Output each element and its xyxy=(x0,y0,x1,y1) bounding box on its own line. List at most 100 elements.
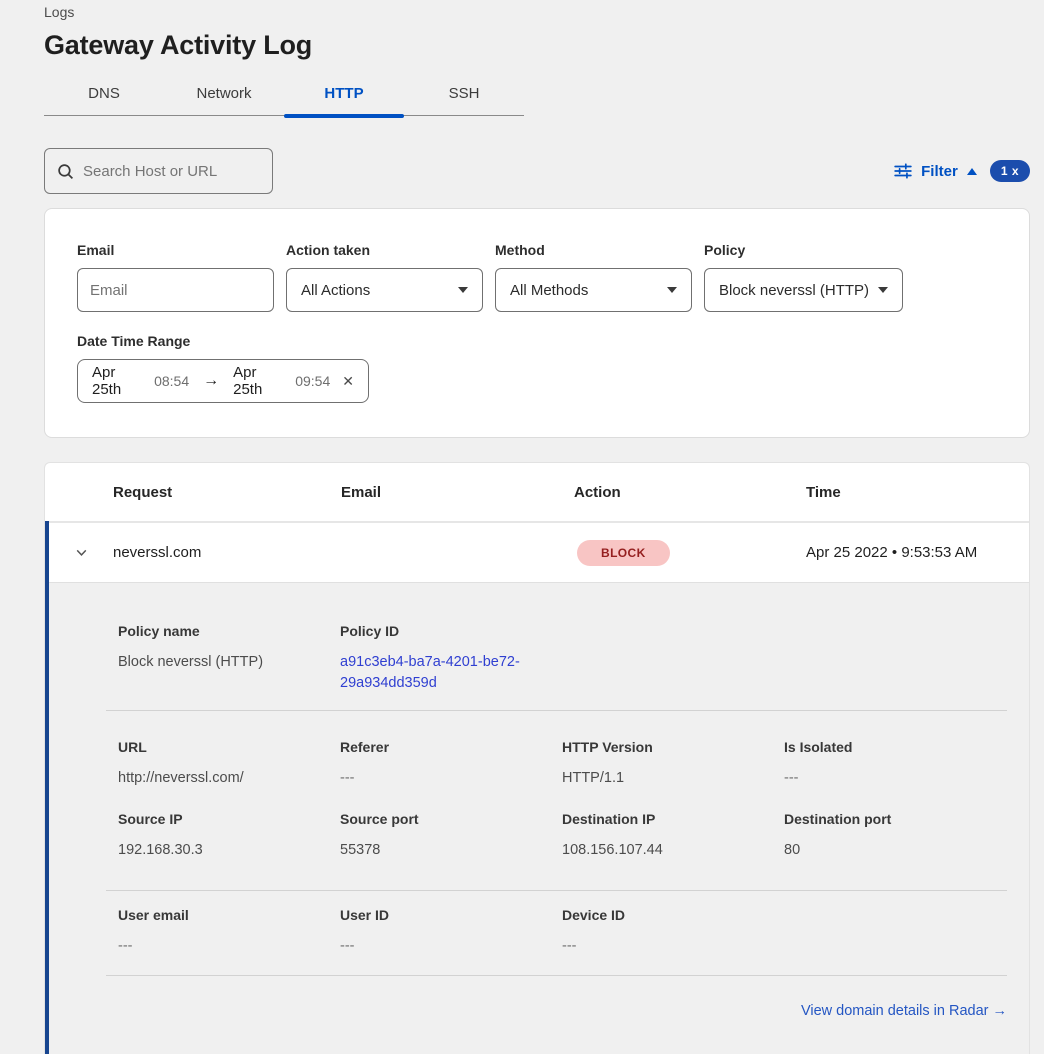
chevron-down-icon xyxy=(667,287,677,293)
is-isolated-label: Is Isolated xyxy=(784,739,1006,755)
action-taken-label: Action taken xyxy=(286,242,483,258)
detail-cell: User email --- xyxy=(118,907,340,957)
tab-ssh[interactable]: SSH xyxy=(404,79,524,115)
device-id-label: Device ID xyxy=(562,907,784,923)
filter-count-badge[interactable]: 1 x xyxy=(990,160,1030,182)
detail-cell: URL http://neverssl.com/ xyxy=(118,739,340,789)
breadcrumb[interactable]: Logs xyxy=(44,4,1030,20)
url-label: URL xyxy=(118,739,340,755)
policy-label: Policy xyxy=(704,242,903,258)
table-row[interactable]: neverssl.com BLOCK Apr 25 2022 • 9:53:53… xyxy=(49,521,1029,582)
tab-http[interactable]: HTTP xyxy=(284,79,404,115)
tab-network[interactable]: Network xyxy=(164,79,284,115)
chevron-down-icon xyxy=(458,287,468,293)
clear-date-range-icon[interactable]: ✕ xyxy=(342,373,354,390)
column-header-action: Action xyxy=(574,484,806,501)
user-detail-section: User email --- User ID --- Device ID --- xyxy=(118,891,1007,975)
policy-id-label: Policy ID xyxy=(340,623,562,639)
source-port-value: 55378 xyxy=(340,840,562,861)
policy-section: Policy name Block neverssl (HTTP) Policy… xyxy=(118,583,1007,710)
chevron-down-icon xyxy=(878,287,888,293)
arrow-right-icon: → xyxy=(201,372,221,390)
range-end-time: 09:54 xyxy=(295,373,330,389)
tab-dns[interactable]: DNS xyxy=(44,79,164,115)
user-email-value: --- xyxy=(118,936,340,957)
policy-name-cell: Policy name Block neverssl (HTTP) xyxy=(118,623,340,694)
filter-sliders-icon xyxy=(894,162,912,180)
gateway-activity-log-page: Logs Gateway Activity Log DNS Network HT… xyxy=(0,0,1044,1054)
destination-ip-value: 108.156.107.44 xyxy=(562,840,784,861)
http-version-label: HTTP Version xyxy=(562,739,784,755)
destination-port-label: Destination port xyxy=(784,811,1006,827)
cell-time: Apr 25 2022 • 9:53:53 AM xyxy=(806,544,1029,561)
range-end-date: Apr 25th xyxy=(233,364,283,398)
user-id-label: User ID xyxy=(340,907,562,923)
page-title: Gateway Activity Log xyxy=(44,30,1030,61)
method-label: Method xyxy=(495,242,692,258)
expanded-row-container: neverssl.com BLOCK Apr 25 2022 • 9:53:53… xyxy=(45,521,1029,1054)
policy-id-link[interactable]: a91c3eb4-ba7a-4201-be72-29a934dd359d xyxy=(340,652,538,694)
collapse-triangle-icon[interactable] xyxy=(967,168,977,175)
column-header-email: Email xyxy=(341,484,574,501)
detail-cell: User ID --- xyxy=(340,907,562,957)
action-taken-value: All Actions xyxy=(301,282,370,299)
filter-fields-row: Email Action taken All Actions Method Al… xyxy=(77,242,997,312)
column-header-time: Time xyxy=(806,484,1029,501)
referer-value: --- xyxy=(340,768,562,789)
policy-field: Policy Block neverssl (HTTP) xyxy=(704,242,903,312)
user-id-value: --- xyxy=(340,936,562,957)
source-ip-label: Source IP xyxy=(118,811,340,827)
referer-label: Referer xyxy=(340,739,562,755)
user-email-label: User email xyxy=(118,907,340,923)
policy-id-cell: Policy ID a91c3eb4-ba7a-4201-be72-29a934… xyxy=(340,623,562,694)
destination-port-value: 80 xyxy=(784,840,1006,861)
search-box[interactable] xyxy=(44,148,273,194)
network-detail-section: Source IP 192.168.30.3 Source port 55378… xyxy=(118,811,1007,890)
device-id-value: --- xyxy=(562,936,784,957)
log-table: Request Email Action Time neverssl.com B… xyxy=(44,462,1030,1054)
filter-toggle-button[interactable]: Filter xyxy=(921,163,958,180)
detail-cell: Destination IP 108.156.107.44 xyxy=(562,811,784,861)
detail-cell: HTTP Version HTTP/1.1 xyxy=(562,739,784,789)
action-taken-field: Action taken All Actions xyxy=(286,242,483,312)
is-isolated-value: --- xyxy=(784,768,1006,789)
detail-cell: Destination port 80 xyxy=(784,811,1006,861)
filter-panel: Email Action taken All Actions Method Al… xyxy=(44,208,1030,438)
detail-cell: Referer --- xyxy=(340,739,562,789)
url-value: http://neverssl.com/ xyxy=(118,768,340,789)
table-header-row: Request Email Action Time xyxy=(45,463,1029,521)
source-port-label: Source port xyxy=(340,811,562,827)
email-filter-label: Email xyxy=(77,242,274,258)
policy-select[interactable]: Block neverssl (HTTP) xyxy=(704,268,903,312)
policy-name-value: Block neverssl (HTTP) xyxy=(118,652,340,673)
policy-value: Block neverssl (HTTP) xyxy=(719,282,869,299)
status-badge-block: BLOCK xyxy=(577,540,670,566)
search-input[interactable] xyxy=(83,163,260,180)
column-header-request: Request xyxy=(113,484,341,501)
toolbar: Filter 1 x xyxy=(44,148,1030,194)
action-taken-select[interactable]: All Actions xyxy=(286,268,483,312)
detail-cell: Is Isolated --- xyxy=(784,739,1006,789)
date-range-picker[interactable]: Apr 25th 08:54 → Apr 25th 09:54 ✕ xyxy=(77,359,369,403)
destination-ip-label: Destination IP xyxy=(562,811,784,827)
method-field: Method All Methods xyxy=(495,242,692,312)
search-icon xyxy=(57,163,74,180)
cell-request[interactable]: neverssl.com xyxy=(113,544,341,561)
email-filter-field: Email xyxy=(77,242,274,312)
policy-name-label: Policy name xyxy=(118,623,340,639)
method-value: All Methods xyxy=(510,282,588,299)
request-detail-section: URL http://neverssl.com/ Referer --- HTT… xyxy=(118,711,1007,811)
method-select[interactable]: All Methods xyxy=(495,268,692,312)
range-start-time: 08:54 xyxy=(154,373,189,389)
range-start-date: Apr 25th xyxy=(92,364,142,398)
view-domain-in-radar-link[interactable]: View domain details in Radar → xyxy=(801,1003,1007,1019)
date-time-range-label: Date Time Range xyxy=(77,333,997,349)
tab-bar: DNS Network HTTP SSH xyxy=(44,79,524,116)
detail-cell: Source port 55378 xyxy=(340,811,562,861)
email-filter-input[interactable] xyxy=(77,268,274,312)
filter-controls: Filter 1 x xyxy=(894,160,1030,182)
radar-link-section: View domain details in Radar → xyxy=(118,976,1007,1054)
collapse-row-chevron-icon[interactable] xyxy=(49,545,113,560)
date-time-range-field: Date Time Range Apr 25th 08:54 → Apr 25t… xyxy=(77,333,997,403)
detail-cell: Device ID --- xyxy=(562,907,784,957)
